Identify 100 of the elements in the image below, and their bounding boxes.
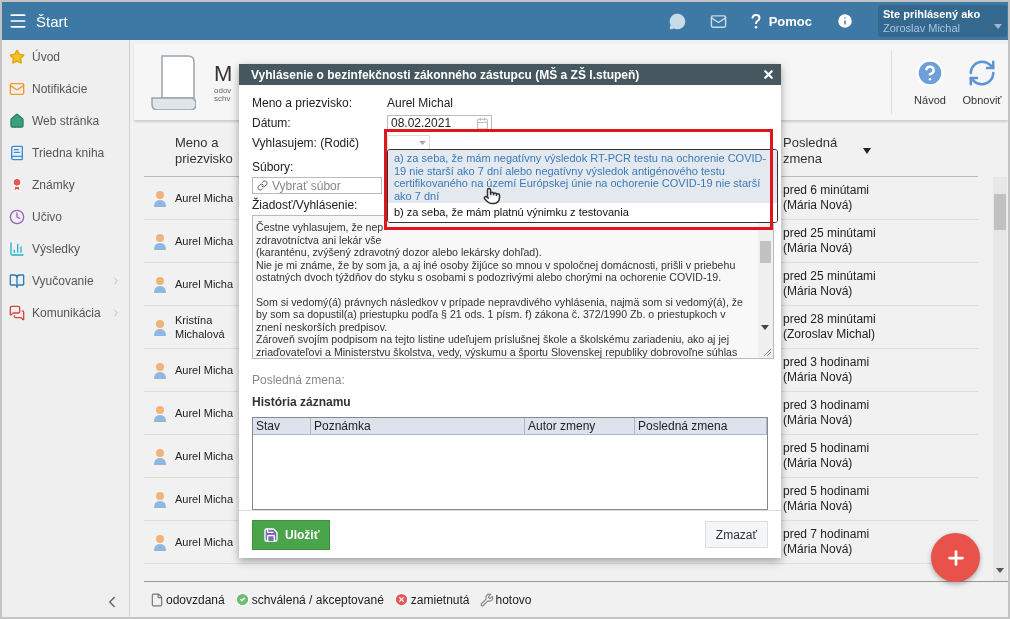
status-icon — [479, 592, 494, 607]
table-cell-text: Aurel Micha — [175, 191, 235, 205]
help-link[interactable]: Pomoc — [768, 13, 812, 29]
person-icon — [152, 318, 167, 336]
table-cell-text: Aurel Micha — [175, 277, 235, 291]
caret-icon — [419, 141, 426, 146]
sidebar-item[interactable]: Učivo — [2, 201, 129, 233]
sidebar-item[interactable]: Komunikácia — [2, 297, 129, 329]
change-author: (Mária Nová) — [783, 413, 854, 428]
field-label: Meno a priezvisko: — [252, 96, 354, 111]
toolbar-button[interactable]: Návod — [904, 58, 956, 106]
person-icon — [152, 189, 167, 207]
change-time: pred 5 hodinami — [783, 441, 871, 456]
sidebar-item[interactable]: Triedna kniha — [2, 137, 129, 169]
menu-item-icon — [9, 113, 25, 129]
menu-item-icon — [9, 81, 25, 97]
person-icon — [152, 490, 167, 508]
change-time: pred 28 minútami — [783, 312, 877, 327]
mail-icon[interactable] — [709, 12, 727, 30]
column-header[interactable]: Meno a priezvisko — [175, 134, 237, 167]
legend-label: hotovo — [495, 592, 532, 607]
change-author: (Zoroslav Michal) — [783, 327, 876, 342]
column-header: Posledná zmena — [635, 418, 767, 435]
menu-icon[interactable] — [8, 11, 28, 31]
legend-label: schválená / akceptované — [251, 592, 384, 607]
app-title: Štart — [36, 12, 69, 30]
status-icon — [393, 592, 409, 607]
change-time: pred 6 minútami — [783, 183, 871, 198]
close-icon[interactable] — [762, 68, 775, 82]
person-icon — [152, 404, 167, 422]
menu-item-icon — [9, 209, 25, 225]
legend-label: zamietnutá — [410, 592, 470, 607]
resize-grip-icon[interactable] — [763, 348, 772, 358]
table-cell-text: Aurel Micha — [175, 363, 235, 377]
column-header: Autor zmeny — [525, 418, 635, 435]
column-header[interactable]: Posledná zmena — [783, 134, 863, 167]
column-header: Poznámka — [311, 418, 525, 435]
menu-item-icon — [9, 49, 25, 65]
sidebar-item[interactable]: Úvod — [2, 41, 129, 73]
refresh-icon — [967, 58, 997, 88]
change-time: pred 3 hodinami — [783, 355, 871, 370]
change-author: (Mária Nová) — [783, 542, 854, 557]
dropdown-option[interactable]: a) za seba, že mám negatívny výsledok RT-PCR testu na ochorenie COVID-19 nie starší ako 7 dní alebo negatívny výsledok antigénového testu certifikovaného na území Európskej únie na ochorenie COVID-19 nie starší ako 7 dní — [388, 150, 777, 204]
change-author: (Mária Nová) — [783, 241, 854, 256]
scroll-down-icon[interactable] — [996, 568, 1004, 573]
person-icon — [152, 533, 167, 551]
sort-icon — [863, 147, 871, 154]
change-author: (Mária Nová) — [783, 370, 854, 385]
sidebar-item[interactable]: Známky — [2, 169, 129, 201]
help-icon[interactable] — [750, 13, 761, 29]
file-field[interactable]: Vybrať súbor — [252, 177, 382, 195]
link-icon — [257, 180, 268, 192]
sidebar-item[interactable]: Vyučovanie — [2, 265, 129, 297]
delete-button[interactable]: Zmazať — [704, 521, 768, 549]
dialog-title: Vyhlásenie o bezinfekčnosti zákonného zástupcu (MŠ a ZŠ I.stupeň) — [251, 67, 641, 82]
person-icon — [152, 232, 167, 250]
legend-label: odovzdaná — [166, 592, 225, 607]
field-label: Žiadosť/Vyhlásenie: — [252, 198, 359, 213]
scrollbar-thumb[interactable] — [760, 241, 771, 264]
scroll-down-icon[interactable] — [761, 325, 769, 331]
table-cell-text: Aurel Micha — [175, 406, 235, 420]
sidebar-item[interactable]: Notifikácie — [2, 73, 129, 105]
table-cell-text: Aurel Micha — [175, 535, 235, 549]
table-cell-text: Kristína Michalová — [175, 313, 226, 341]
help-icon — [915, 58, 945, 88]
sidebar-item[interactable]: Web stránka — [2, 105, 129, 137]
date-field[interactable]: 08.02.2021 — [387, 114, 492, 132]
status-icon — [150, 592, 164, 607]
chat-icon[interactable] — [668, 12, 686, 30]
menu-item-icon — [9, 305, 25, 321]
menu-item-icon — [9, 241, 25, 257]
field-value: Aurel Michal — [387, 96, 454, 111]
scroll-icon — [150, 54, 196, 110]
user-menu[interactable]: Ste prihlásený ako Zoroslav Michal — [878, 5, 1007, 37]
person-icon — [152, 447, 167, 465]
menu-item-icon — [9, 145, 25, 161]
table-cell-text: Aurel Micha — [175, 449, 235, 463]
change-time: pred 25 minútami — [783, 269, 877, 284]
change-author: (Mária Nová) — [783, 198, 854, 213]
toolbar-button[interactable]: Obnoviť — [956, 58, 1008, 106]
scrollbar-thumb[interactable] — [994, 194, 1006, 230]
menu-item-icon — [9, 273, 25, 289]
page-description: odov — [214, 87, 232, 95]
change-author: (Mária Nová) — [783, 456, 854, 471]
hand-cursor-icon — [483, 187, 501, 206]
field-label: Dátum: — [252, 116, 292, 131]
last-change-label: Posledná zmena: — [252, 373, 346, 388]
add-button[interactable] — [931, 533, 980, 582]
save-icon — [263, 526, 279, 543]
change-time: pred 7 hodinami — [783, 527, 871, 542]
change-author: (Mária Nová) — [783, 284, 854, 299]
status-icon — [234, 592, 250, 607]
sidebar-item[interactable]: Výsledky — [2, 233, 129, 265]
field-label: Vyhlasujem: (Rodič) — [252, 136, 360, 151]
info-icon[interactable] — [836, 12, 854, 30]
change-time: pred 5 hodinami — [783, 484, 871, 499]
section-title: História záznamu — [252, 395, 352, 410]
table-cell-text: Aurel Micha — [175, 492, 235, 506]
caret-icon — [994, 24, 1002, 29]
change-author: (Mária Nová) — [783, 499, 854, 514]
